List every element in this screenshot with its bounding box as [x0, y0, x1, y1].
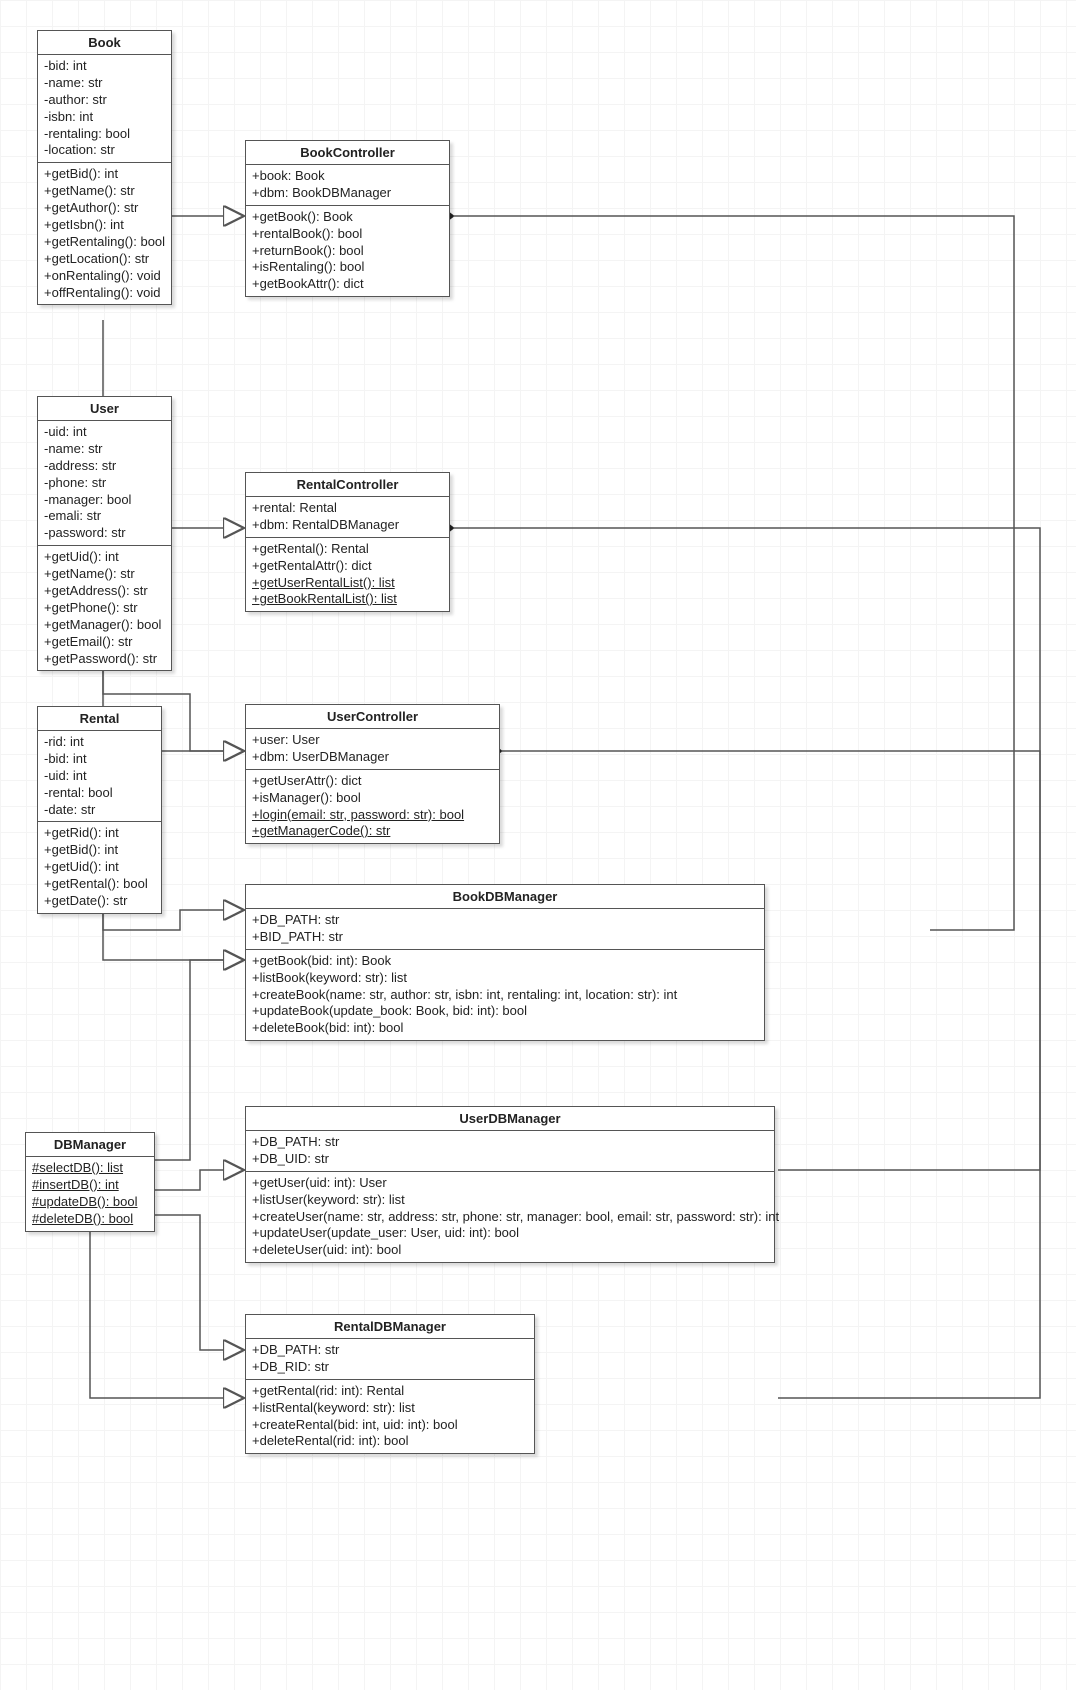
attrs: -bid: int -name: str -author: str -isbn:…: [38, 55, 171, 163]
class-title: RentalDBManager: [246, 1315, 534, 1339]
class-title: Book: [38, 31, 171, 55]
class-bookcontroller: BookController +book: Book +dbm: BookDBM…: [245, 140, 450, 297]
class-usercontroller: UserController +user: User +dbm: UserDBM…: [245, 704, 500, 844]
class-title: User: [38, 397, 171, 421]
class-title: BookDBManager: [246, 885, 764, 909]
class-user: User -uid: int -name: str -address: str …: [37, 396, 172, 671]
class-dbmanager: DBManager #selectDB(): list #insertDB():…: [25, 1132, 155, 1232]
class-title: UserController: [246, 705, 499, 729]
class-rental: Rental -rid: int -bid: int -uid: int -re…: [37, 706, 162, 914]
class-book: Book -bid: int -name: str -author: str -…: [37, 30, 172, 305]
class-rentaldbmanager: RentalDBManager +DB_PATH: str +DB_RID: s…: [245, 1314, 535, 1454]
class-title: Rental: [38, 707, 161, 731]
class-title: RentalController: [246, 473, 449, 497]
class-title: UserDBManager: [246, 1107, 774, 1131]
class-title: BookController: [246, 141, 449, 165]
ops: +getBid(): int +getName(): str +getAutho…: [38, 163, 171, 304]
class-rentalcontroller: RentalController +rental: Rental +dbm: R…: [245, 472, 450, 612]
class-title: DBManager: [26, 1133, 154, 1157]
class-bookdbmanager: BookDBManager +DB_PATH: str +BID_PATH: s…: [245, 884, 765, 1041]
class-userdbmanager: UserDBManager +DB_PATH: str +DB_UID: str…: [245, 1106, 775, 1263]
